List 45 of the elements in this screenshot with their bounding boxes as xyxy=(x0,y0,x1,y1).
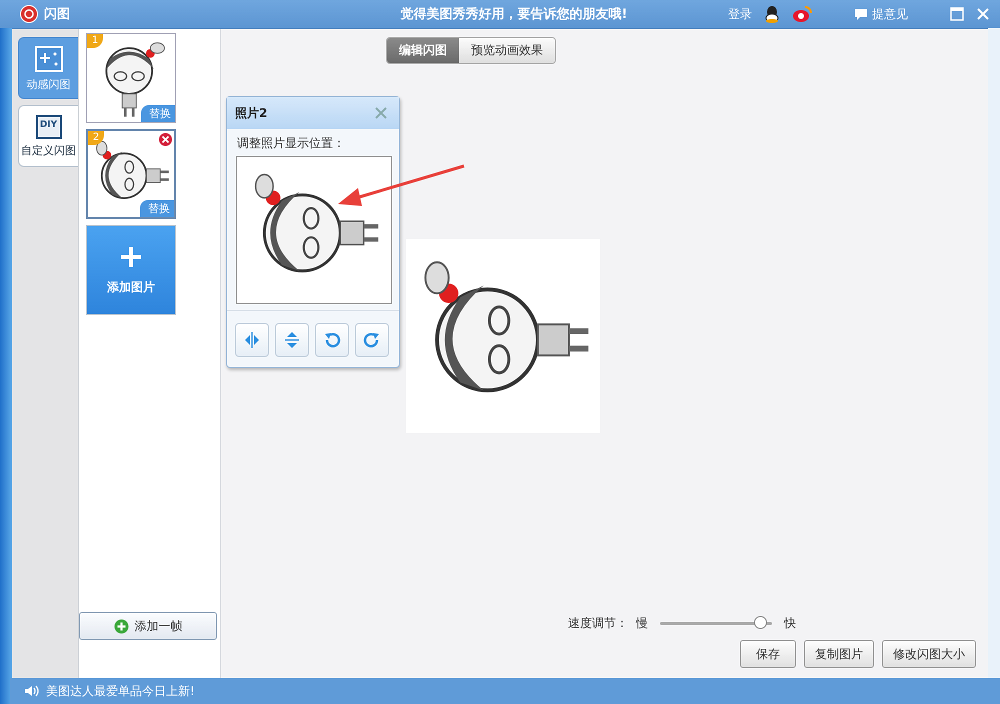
flip-vertical-button[interactable] xyxy=(275,323,309,357)
mode-tab[interactable]: 动感闪图 xyxy=(18,37,78,99)
frame-thumbnail[interactable]: 1 替换 xyxy=(86,33,176,123)
plus-icon xyxy=(114,618,128,634)
slow-label: 慢 xyxy=(636,615,648,632)
login-link[interactable]: 登录 xyxy=(728,6,752,22)
frame-number-badge: 2 xyxy=(88,131,104,145)
rotate-right-icon xyxy=(362,330,382,350)
slogan-text: 觉得美图秀秀好用，要告诉您的朋友哦! xyxy=(400,6,628,23)
frame-thumbnail[interactable]: 2 替换 xyxy=(86,129,176,219)
action-button[interactable]: 保存 xyxy=(740,640,796,668)
rotate-right-button[interactable] xyxy=(355,323,389,357)
instruction-text: 调整照片显示位置： xyxy=(236,135,346,152)
close-icon[interactable] xyxy=(375,107,387,119)
action-button[interactable]: 复制图片 xyxy=(804,640,874,668)
penguin-icon[interactable] xyxy=(764,5,780,23)
action-button[interactable]: 修改闪图大小 xyxy=(882,640,976,668)
rotate-left-icon xyxy=(322,330,342,350)
replace-button[interactable]: 替换 xyxy=(141,105,175,122)
flip-vertical-icon xyxy=(282,330,302,350)
frame-number-badge: 1 xyxy=(87,34,103,48)
delete-icon[interactable] xyxy=(158,132,173,147)
rotate-left-button[interactable] xyxy=(315,323,349,357)
view-tab[interactable]: 预览动画效果 xyxy=(459,38,555,63)
flip-horizontal-button[interactable] xyxy=(235,323,269,357)
app-logo-icon xyxy=(20,5,38,23)
panel-title: 照片2 xyxy=(235,104,268,122)
add-image-button[interactable]: 添加图片 xyxy=(86,225,176,315)
view-tab[interactable]: 编辑闪图 xyxy=(387,38,459,63)
speed-label: 速度调节： xyxy=(568,615,628,632)
mode-tab[interactable]: DIY 自定义闪图 xyxy=(18,105,78,167)
sparkle-icon xyxy=(34,44,64,72)
fast-label: 快 xyxy=(784,615,796,632)
feedback-link[interactable]: 提意见 xyxy=(854,6,908,22)
slider-thumb[interactable] xyxy=(754,616,767,629)
diy-icon: DIY xyxy=(36,114,62,138)
speaker-icon xyxy=(24,685,40,697)
plus-icon xyxy=(119,244,143,268)
window-title: 闪图 xyxy=(44,6,70,23)
maximize-icon[interactable] xyxy=(950,7,964,21)
add-frame-button[interactable]: 添加一帧 xyxy=(79,612,217,640)
replace-button[interactable]: 替换 xyxy=(140,200,174,217)
eye-icon[interactable] xyxy=(792,5,812,23)
chat-icon xyxy=(854,8,868,20)
status-message: 美图达人最爱单品今日上新! xyxy=(46,682,195,700)
